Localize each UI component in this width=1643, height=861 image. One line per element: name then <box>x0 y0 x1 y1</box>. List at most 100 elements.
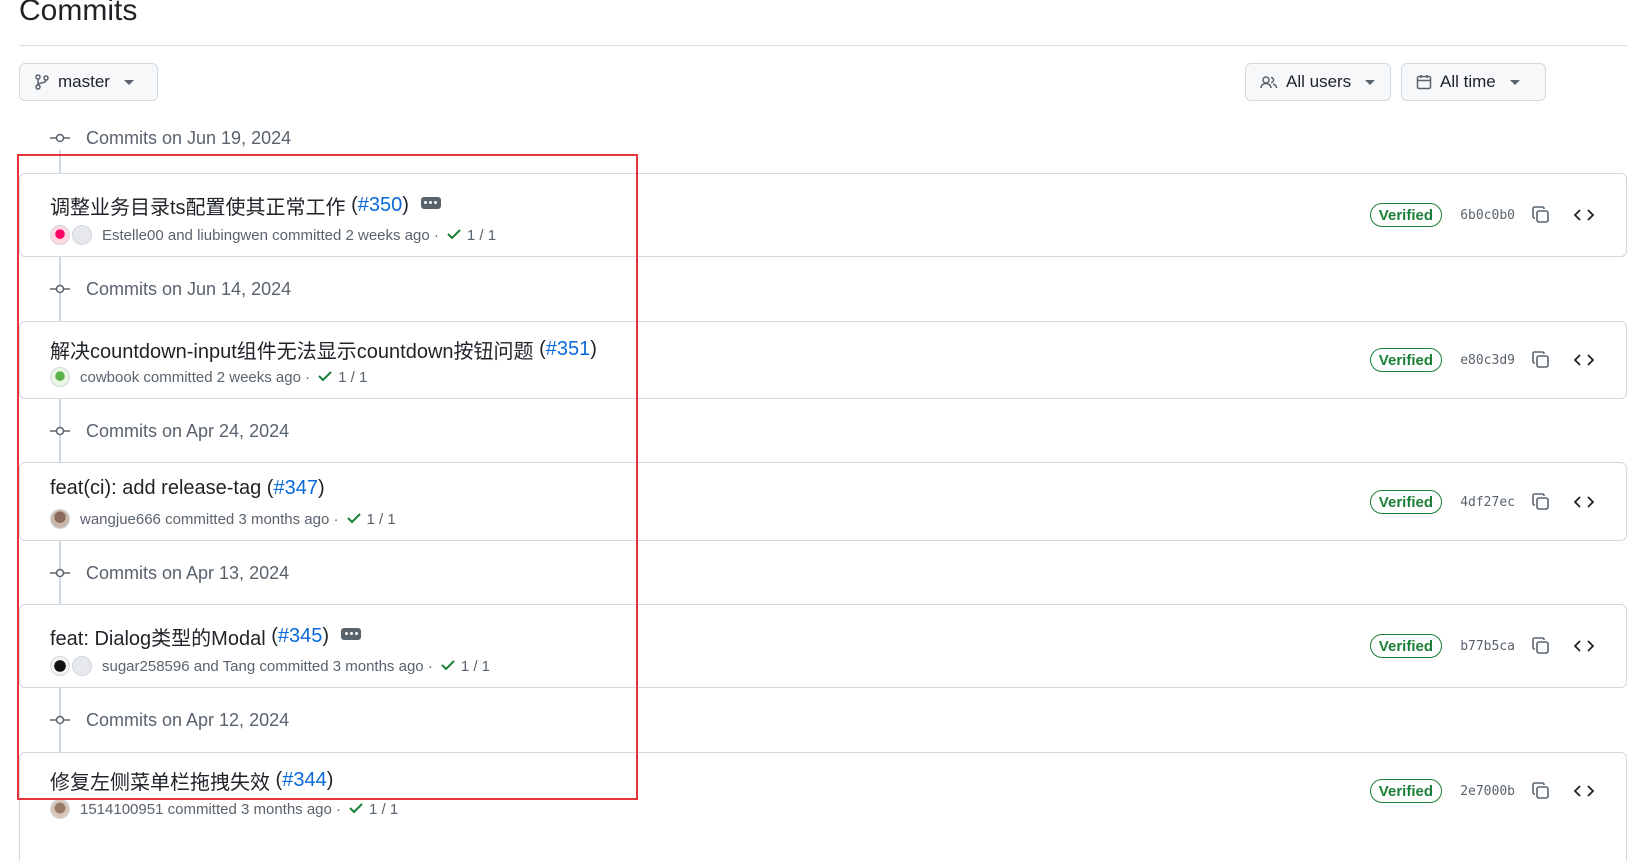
commit-meta: cowbook committed 2 weeks ago · 1 / 1 <box>50 367 367 387</box>
commit-time: 3 months ago <box>332 657 424 675</box>
verified-badge[interactable]: Verified <box>1369 203 1442 227</box>
commit-action: committed <box>259 657 329 675</box>
checks-count[interactable]: 1 / 1 <box>467 227 496 244</box>
code-icon[interactable] <box>1573 493 1595 516</box>
pr-link[interactable]: #347 <box>273 477 318 500</box>
copy-icon[interactable] <box>1531 492 1551 517</box>
commit-group-date: Commits on Apr 12, 2024 <box>86 709 290 730</box>
branch-select-button[interactable]: master <box>19 63 158 101</box>
check-icon[interactable] <box>349 801 363 818</box>
verified-badge[interactable]: Verified <box>1369 634 1442 658</box>
commit-time: 3 months ago <box>238 510 330 528</box>
commit-title[interactable]: 解决countdown-input组件无法显示countdown按钮问题 (#3… <box>50 335 597 364</box>
verified-badge[interactable]: Verified <box>1369 779 1442 803</box>
commit-title[interactable]: feat: Dialog类型的Modal (#345) <box>50 622 362 651</box>
commit-group-date: Commits on Apr 24, 2024 <box>86 420 290 441</box>
commit-meta: Estelle00 and liubingwen committed 2 wee… <box>50 225 496 245</box>
calendar-icon <box>1416 74 1432 90</box>
verified-badge[interactable]: Verified <box>1369 490 1442 514</box>
chevron-down-icon <box>1509 79 1520 85</box>
chevron-down-icon <box>1365 79 1376 85</box>
copy-icon[interactable] <box>1531 636 1551 661</box>
pr-link[interactable]: #344 <box>282 769 327 792</box>
meta-separator: · <box>305 368 311 386</box>
checks-count[interactable]: 1 / 1 <box>461 658 490 675</box>
pr-link[interactable]: #351 <box>546 338 591 361</box>
commit-time: 3 months ago <box>240 800 332 818</box>
git-commit-icon <box>48 283 72 295</box>
commit-row[interactable]: 修复左侧菜单栏拖拽失效 (#344) 1514100951 committed … <box>19 752 1627 861</box>
code-icon[interactable] <box>1573 351 1595 374</box>
commit-sha[interactable]: 4df27ec <box>1460 495 1515 510</box>
commit-authors[interactable]: 1514100951 <box>80 801 163 818</box>
expand-message-button[interactable] <box>420 196 441 209</box>
avatar[interactable] <box>50 656 70 676</box>
avatar[interactable] <box>50 799 70 819</box>
page-title: Commits <box>19 0 138 27</box>
checks-count[interactable]: 1 / 1 <box>369 801 398 818</box>
meta-separator: · <box>336 800 342 818</box>
checks-count[interactable]: 1 / 1 <box>367 511 396 528</box>
commit-meta: 1514100951 committed 3 months ago · 1 / … <box>50 799 398 819</box>
commit-sha[interactable]: e80c3d9 <box>1460 353 1515 368</box>
commit-authors[interactable]: sugar258596 and Tang <box>102 658 255 675</box>
code-icon[interactable] <box>1573 782 1595 805</box>
expand-message-button[interactable] <box>341 627 362 640</box>
title-divider <box>19 45 1627 46</box>
commit-authors[interactable]: wangjue666 <box>80 511 161 528</box>
timeline-line <box>59 150 61 174</box>
avatar[interactable] <box>50 225 70 245</box>
check-icon[interactable] <box>346 511 361 528</box>
commit-action: committed <box>272 226 342 244</box>
meta-separator: · <box>333 510 339 528</box>
avatar[interactable] <box>72 656 92 676</box>
commit-message[interactable]: 调整业务目录ts配置使其正常工作 <box>50 191 346 220</box>
git-branch-icon <box>34 74 50 90</box>
copy-icon[interactable] <box>1531 205 1551 230</box>
commit-row[interactable]: 解决countdown-input组件无法显示countdown按钮问题 (#3… <box>19 321 1627 399</box>
code-icon[interactable] <box>1573 637 1595 660</box>
copy-icon[interactable] <box>1531 781 1551 806</box>
commit-sha[interactable]: 2e7000b <box>1460 784 1515 799</box>
commit-title[interactable]: feat(ci): add release-tag (#347) <box>50 477 325 500</box>
checks-count[interactable]: 1 / 1 <box>338 369 367 386</box>
avatar[interactable] <box>50 509 70 529</box>
commit-message[interactable]: 解决countdown-input组件无法显示countdown按钮问题 <box>50 335 534 364</box>
commit-sha[interactable]: 6b0c0b0 <box>1460 208 1515 223</box>
commit-authors[interactable]: Estelle00 and liubingwen <box>102 227 268 244</box>
commit-title[interactable]: 修复左侧菜单栏拖拽失效 (#344) <box>50 766 333 795</box>
commit-message[interactable]: feat(ci): add release-tag <box>50 477 261 500</box>
avatar[interactable] <box>50 367 70 387</box>
commit-group-header: Commits on Apr 13, 2024 <box>48 558 289 588</box>
commit-sha[interactable]: b77b5ca <box>1460 639 1515 654</box>
users-filter-label: All users <box>1286 72 1352 91</box>
verified-badge[interactable]: Verified <box>1369 348 1442 372</box>
check-icon[interactable] <box>441 658 455 675</box>
time-filter-label: All time <box>1440 72 1496 91</box>
git-commit-icon <box>48 567 72 579</box>
commit-row[interactable]: 调整业务目录ts配置使其正常工作 (#350) Estelle00 and li… <box>19 173 1627 257</box>
check-icon[interactable] <box>447 227 461 244</box>
commit-title[interactable]: 调整业务目录ts配置使其正常工作 (#350) <box>50 191 441 220</box>
commit-message[interactable]: feat: Dialog类型的Modal <box>50 622 266 651</box>
commit-authors[interactable]: cowbook <box>80 369 139 386</box>
commit-group-date: Commits on Apr 13, 2024 <box>86 562 290 583</box>
pr-link[interactable]: #350 <box>358 194 403 217</box>
commit-action: committed <box>165 510 235 528</box>
users-filter-button[interactable]: All users <box>1245 63 1391 101</box>
commit-time: 2 weeks ago <box>216 368 301 386</box>
commit-group-date: Commits on Jun 14, 2024 <box>86 278 292 299</box>
chevron-down-icon <box>123 79 134 85</box>
code-icon[interactable] <box>1573 206 1595 229</box>
pr-link[interactable]: #345 <box>278 625 323 648</box>
copy-icon[interactable] <box>1531 350 1551 375</box>
people-icon <box>1260 74 1278 90</box>
commit-row[interactable]: feat(ci): add release-tag (#347) wangjue… <box>19 462 1627 541</box>
check-icon[interactable] <box>318 369 332 386</box>
time-filter-button[interactable]: All time <box>1401 63 1546 101</box>
avatar[interactable] <box>72 225 92 245</box>
commit-row[interactable]: feat: Dialog类型的Modal (#345) sugar258596 … <box>19 604 1627 688</box>
commit-group-header: Commits on Jun 14, 2024 <box>48 274 291 304</box>
commit-message[interactable]: 修复左侧菜单栏拖拽失效 <box>50 766 270 795</box>
commit-group-header: Commits on Apr 12, 2024 <box>48 705 289 735</box>
